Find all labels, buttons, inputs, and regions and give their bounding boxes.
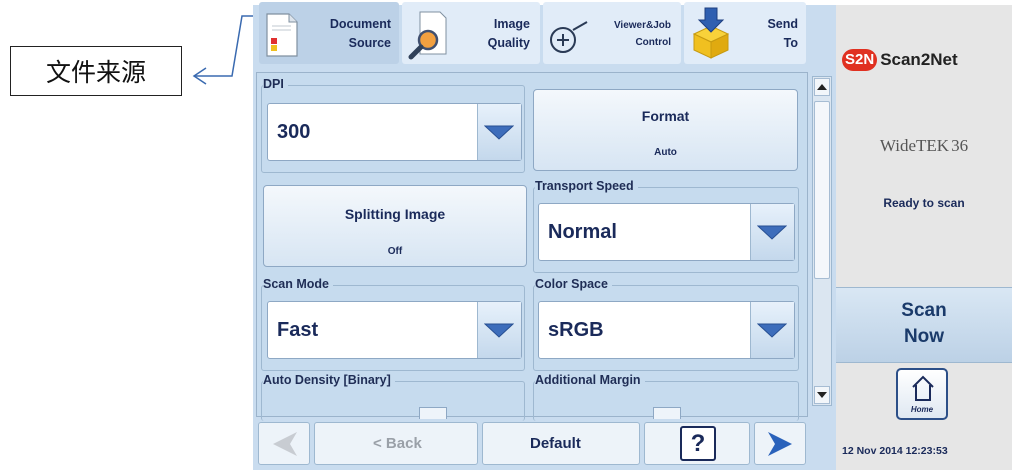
transport-speed-value: Normal bbox=[548, 221, 617, 243]
scan-mode-dropdown-button[interactable] bbox=[477, 302, 521, 358]
chevron-down-icon bbox=[484, 125, 514, 140]
splitting-image-title: Splitting Image bbox=[344, 206, 446, 222]
dpi-value: 300 bbox=[277, 121, 311, 143]
help-icon: ? bbox=[680, 426, 716, 461]
tab-send-to-label: Send To bbox=[767, 17, 798, 50]
scan2net-logo: S2N Scan2Net bbox=[842, 49, 958, 71]
annotation-label: 文件来源 bbox=[45, 58, 146, 87]
datetime: 12 Nov 2014 12:23:53 bbox=[842, 445, 948, 457]
status-panel: S2N Scan2Net WideTEK 36 Ready to scan Sca… bbox=[836, 5, 1012, 470]
splitting-image-button[interactable]: Splitting Image Off bbox=[263, 185, 527, 267]
auto-density-group bbox=[261, 381, 525, 421]
auto-density-label: Auto Density [Binary] bbox=[263, 373, 395, 387]
tab-document-source[interactable]: Document Source bbox=[259, 2, 399, 64]
arrow-right-icon bbox=[768, 432, 792, 456]
model-name: WideTEK 36 bbox=[879, 136, 969, 155]
tab-send-to[interactable]: Send To bbox=[684, 2, 806, 64]
magnifier-icon bbox=[408, 11, 447, 60]
settings-panel: DPI 300 Format Auto Splitting Image Off … bbox=[256, 72, 808, 421]
brand-name: Scan2Net bbox=[880, 50, 958, 69]
scroll-thumb[interactable] bbox=[814, 101, 830, 279]
annotation-callout: 文件来源 bbox=[10, 46, 182, 96]
splitting-image-value: Off bbox=[387, 246, 403, 257]
color-space-dropdown[interactable]: sRGB bbox=[538, 301, 795, 359]
zoom-in-icon bbox=[550, 21, 588, 53]
scroll-down-button[interactable] bbox=[814, 386, 830, 404]
additional-margin-checkbox[interactable] bbox=[653, 407, 681, 419]
settings-scrollbar[interactable] bbox=[812, 76, 832, 406]
triangle-up-icon bbox=[817, 84, 827, 90]
chevron-down-icon bbox=[484, 323, 514, 338]
scan-now-button[interactable]: Scan Now bbox=[836, 287, 1012, 363]
color-space-label: Color Space bbox=[535, 277, 612, 291]
back-label: < Back bbox=[373, 435, 422, 452]
scan-mode-dropdown[interactable]: Fast bbox=[267, 301, 522, 359]
tab-document-source-label: Document Source bbox=[329, 17, 391, 50]
send-box-icon bbox=[692, 7, 730, 59]
tab-image-quality[interactable]: Image Quality bbox=[402, 2, 540, 64]
dpi-label: DPI bbox=[263, 77, 288, 91]
tab-viewer-job-control-label: Viewer&Job Control bbox=[613, 20, 671, 48]
tab-image-quality-label: Image Quality bbox=[487, 17, 530, 50]
scanner-status: Ready to scan bbox=[883, 196, 965, 210]
chevron-down-icon bbox=[757, 225, 787, 240]
default-button[interactable]: Default bbox=[482, 422, 640, 465]
auto-density-checkbox[interactable] bbox=[419, 407, 447, 419]
dpi-dropdown[interactable]: 300 bbox=[267, 103, 522, 161]
next-arrow-button[interactable] bbox=[754, 422, 806, 465]
scan-now-line2: Now bbox=[903, 326, 945, 347]
help-button[interactable]: ? bbox=[644, 422, 750, 465]
home-icon bbox=[912, 375, 934, 401]
tab-viewer-job-control[interactable]: Viewer&Job Control bbox=[543, 2, 681, 64]
default-label: Default bbox=[530, 435, 581, 452]
arrow-left-icon bbox=[273, 432, 297, 456]
format-title: Format bbox=[641, 108, 690, 124]
transport-speed-dropdown[interactable]: Normal bbox=[538, 203, 795, 261]
home-label: Home bbox=[910, 405, 934, 414]
additional-margin-label: Additional Margin bbox=[535, 373, 645, 387]
color-space-value: sRGB bbox=[548, 319, 604, 341]
scan-now-line1: Scan bbox=[901, 300, 947, 321]
prev-arrow-button[interactable] bbox=[258, 422, 310, 465]
scan-mode-value: Fast bbox=[277, 319, 319, 341]
document-icon bbox=[266, 13, 298, 57]
chevron-down-icon bbox=[757, 323, 787, 338]
scan-mode-label: Scan Mode bbox=[263, 277, 333, 291]
home-button[interactable]: Home bbox=[896, 368, 948, 420]
transport-speed-label: Transport Speed bbox=[535, 179, 638, 193]
s2n-logo-badge: S2N bbox=[842, 49, 878, 71]
scroll-up-button[interactable] bbox=[814, 78, 830, 96]
transport-speed-dropdown-button[interactable] bbox=[750, 204, 794, 260]
back-button[interactable]: < Back bbox=[314, 422, 478, 465]
dpi-dropdown-button[interactable] bbox=[477, 104, 521, 160]
format-button[interactable]: Format Auto bbox=[533, 89, 798, 171]
format-value: Auto bbox=[654, 147, 677, 158]
color-space-dropdown-button[interactable] bbox=[750, 302, 794, 358]
triangle-down-icon bbox=[817, 392, 827, 398]
